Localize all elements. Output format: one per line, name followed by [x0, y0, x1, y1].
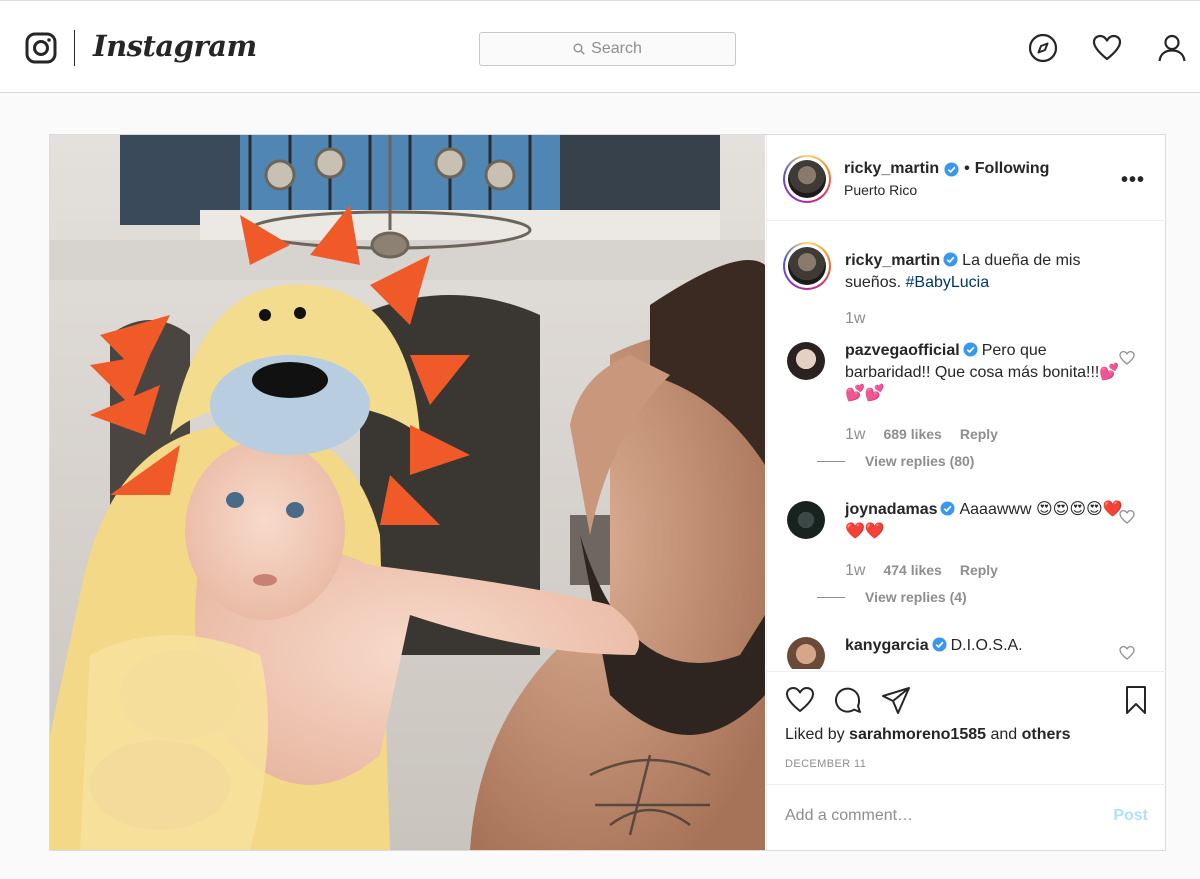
verified-badge-icon — [943, 252, 958, 267]
save-bookmark-icon[interactable] — [1121, 685, 1151, 715]
nav-divider — [74, 30, 75, 66]
verified-badge-icon — [963, 342, 978, 357]
liked-by-line: Liked by sarahmoreno1585 and others — [785, 726, 1071, 744]
follow-separator: • — [964, 160, 970, 177]
comment-like-heart-icon[interactable] — [1119, 350, 1135, 366]
comment-body: D.I.O.S.A. — [950, 637, 1023, 654]
caption-time[interactable]: 1w — [845, 310, 865, 328]
comment-text: joynadamas Aaaawww 😍😍😍😍❤️❤️❤️ — [845, 499, 1125, 542]
comment-avatar[interactable] — [787, 637, 825, 669]
comment-time[interactable]: 1w — [845, 562, 865, 580]
caption-meta: 1w — [845, 310, 865, 328]
comment-username[interactable]: pazvegaofficial — [845, 342, 960, 359]
post-side-panel: ricky_martin • Following Puerto Rico •••… — [766, 135, 1167, 850]
caption-hashtag[interactable]: #BabyLucia — [906, 274, 990, 291]
comment-reply-button[interactable]: Reply — [960, 562, 998, 578]
post-card: ricky_martin • Following Puerto Rico •••… — [49, 134, 1167, 851]
post-comment-button[interactable]: Post — [1113, 807, 1148, 825]
verified-badge-icon — [940, 501, 956, 516]
comment-bubble-icon[interactable] — [833, 685, 863, 715]
caption-username[interactable]: ricky_martin — [845, 252, 940, 269]
comment-reply-button[interactable]: Reply — [960, 426, 998, 442]
search-input[interactable]: Search — [479, 32, 736, 66]
comment-like-heart-icon[interactable] — [1119, 509, 1135, 525]
post-header: ricky_martin • Following Puerto Rico ••• — [767, 135, 1167, 221]
instagram-wordmark[interactable]: Instagram — [93, 29, 257, 63]
comment-likes[interactable]: 474 likes — [883, 562, 941, 578]
verified-badge-icon — [944, 161, 959, 177]
comment-avatar[interactable] — [787, 342, 825, 380]
comment-text: pazvegaofficial Pero que barbaridad!! Que… — [845, 340, 1125, 405]
liked-by-and: and — [990, 726, 1018, 743]
verified-badge-icon — [932, 637, 947, 652]
comment-username[interactable]: joynadamas — [845, 501, 937, 518]
comments-list: ricky_martin La dueña de mis sueños. #Bab… — [767, 222, 1167, 669]
caption-avatar[interactable] — [783, 242, 831, 290]
following-button[interactable]: Following — [975, 160, 1050, 178]
search-placeholder: Search — [591, 40, 642, 57]
view-replies-button[interactable]: View replies (80) — [817, 453, 974, 469]
photo-illustration — [50, 135, 765, 850]
comment-username[interactable]: kanygarcia — [845, 637, 929, 654]
comment-avatar[interactable] — [787, 501, 825, 539]
comment-meta: 1w 474 likes Reply — [845, 562, 998, 580]
post-location[interactable]: Puerto Rico — [844, 182, 917, 198]
add-comment-input[interactable] — [785, 807, 1085, 825]
author-username[interactable]: ricky_martin — [844, 160, 939, 178]
view-replies-button[interactable]: View replies (4) — [817, 589, 967, 605]
author-avatar[interactable] — [783, 155, 831, 203]
view-replies-label: View replies (4) — [865, 589, 967, 605]
comment-time[interactable]: 1w — [845, 426, 865, 444]
author-line: ricky_martin • Following — [844, 160, 1049, 178]
share-paper-plane-icon[interactable] — [881, 685, 911, 715]
liked-by-prefix: Liked by — [785, 726, 845, 743]
like-heart-icon[interactable] — [785, 685, 815, 715]
comment-meta: 1w 689 likes Reply — [845, 426, 998, 444]
activity-heart-icon[interactable] — [1092, 33, 1122, 63]
profile-icon[interactable] — [1157, 33, 1187, 63]
comment-text: kanygarcia D.I.O.S.A. — [845, 635, 1125, 657]
liked-by-user[interactable]: sarahmoreno1585 — [849, 726, 986, 743]
comment-likes[interactable]: 689 likes — [883, 426, 941, 442]
search-icon — [573, 43, 585, 55]
add-comment-bar: Post — [767, 784, 1167, 850]
top-nav: Instagram Search — [0, 0, 1200, 93]
view-replies-label: View replies (80) — [865, 453, 975, 469]
instagram-logo-icon[interactable] — [25, 32, 57, 64]
caption-text: ricky_martin La dueña de mis sueños. #Bab… — [845, 250, 1125, 293]
post-photo[interactable] — [50, 135, 765, 850]
explore-icon[interactable] — [1028, 33, 1058, 63]
liked-by-others[interactable]: others — [1022, 726, 1071, 743]
post-date[interactable]: DECEMBER 11 — [785, 758, 866, 770]
comment-like-heart-icon[interactable] — [1119, 645, 1135, 661]
more-options-icon[interactable]: ••• — [1121, 169, 1145, 192]
